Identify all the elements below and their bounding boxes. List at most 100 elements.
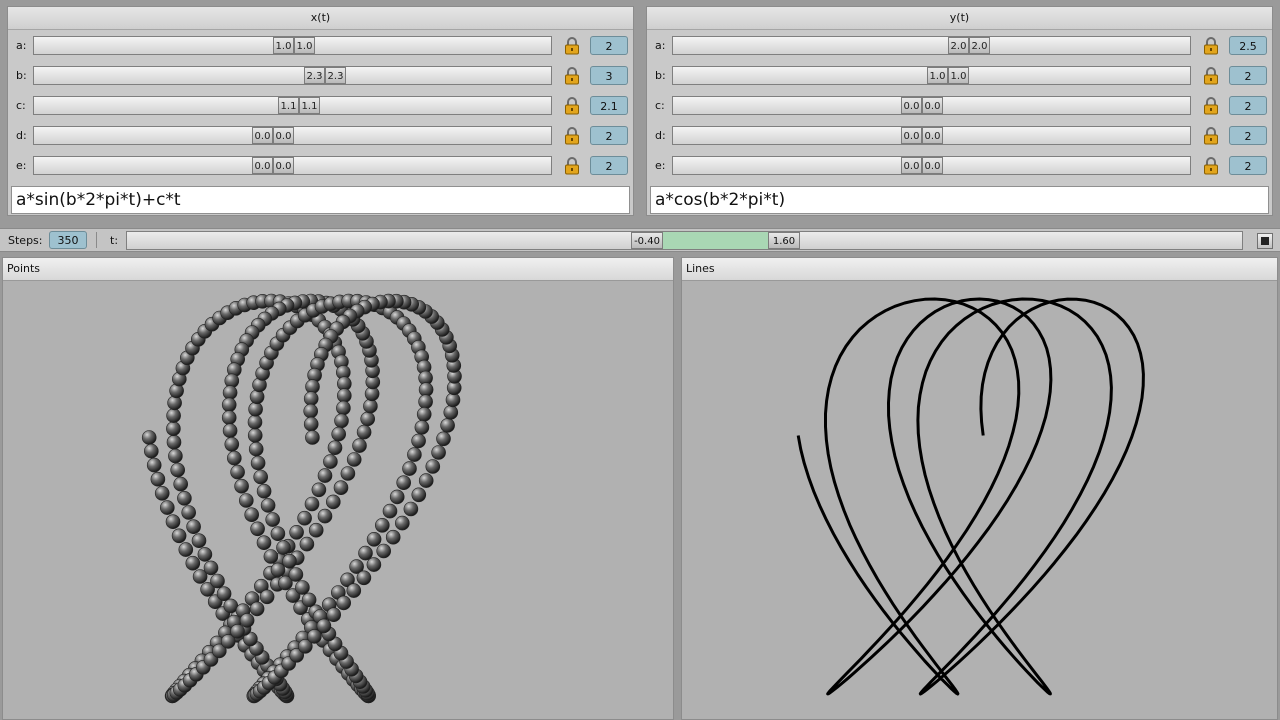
- param-value-input[interactable]: 2: [1229, 66, 1267, 85]
- curve-point: [247, 414, 263, 430]
- curve-point: [295, 580, 310, 595]
- param-range-slider[interactable]: 2.3 2.3: [33, 66, 552, 85]
- curve-point: [256, 483, 272, 499]
- range-max-handle[interactable]: 0.0: [922, 157, 943, 174]
- param-label: e:: [655, 159, 666, 172]
- y-param-row: c: 0.0 0.0 2: [647, 91, 1272, 121]
- t-max-handle[interactable]: 1.60: [768, 232, 800, 249]
- param-range-slider[interactable]: 0.0 0.0: [33, 126, 552, 145]
- lock-icon[interactable]: [564, 157, 580, 175]
- curve-point: [331, 426, 347, 442]
- param-value-input[interactable]: 2: [590, 36, 628, 55]
- lock-icon[interactable]: [564, 97, 580, 115]
- range-max-handle[interactable]: 0.0: [922, 97, 943, 114]
- curve-point: [224, 437, 240, 452]
- stop-button[interactable]: [1257, 233, 1273, 249]
- param-range-slider[interactable]: 2.0 2.0: [672, 36, 1191, 55]
- t-range-slider[interactable]: -0.40 1.60: [126, 231, 1243, 250]
- curve-point: [150, 471, 166, 487]
- range-min-handle[interactable]: 2.3: [304, 67, 325, 84]
- lines-canvas[interactable]: [682, 281, 1277, 719]
- lock-icon[interactable]: [1203, 67, 1219, 85]
- range-max-handle[interactable]: 1.1: [299, 97, 320, 114]
- param-value-input[interactable]: 3: [590, 66, 628, 85]
- curve-point: [178, 542, 194, 557]
- param-range-slider[interactable]: 0.0 0.0: [672, 96, 1191, 115]
- range-max-handle[interactable]: 0.0: [273, 127, 294, 144]
- range-min-handle[interactable]: 2.0: [948, 37, 969, 54]
- curve-point: [247, 428, 263, 443]
- curve-point: [303, 403, 319, 419]
- range-max-handle[interactable]: 0.0: [273, 157, 294, 174]
- param-range-slider[interactable]: 0.0 0.0: [33, 156, 552, 175]
- param-range-slider[interactable]: 1.0 1.0: [33, 36, 552, 55]
- curve-point: [221, 397, 237, 413]
- lines-view: Lines: [681, 257, 1278, 720]
- y-param-row: a: 2.0 2.0 2.5: [647, 31, 1272, 61]
- curve-point: [301, 592, 317, 608]
- range-min-handle[interactable]: 0.0: [252, 127, 273, 144]
- range-min-handle[interactable]: 0.0: [901, 97, 922, 114]
- range-max-handle[interactable]: 2.3: [325, 67, 346, 84]
- range-max-handle[interactable]: 0.0: [922, 127, 943, 144]
- curve-point: [166, 434, 182, 450]
- y-param-row: d: 0.0 0.0 2: [647, 121, 1272, 151]
- range-min-handle[interactable]: 0.0: [252, 157, 273, 174]
- lock-icon[interactable]: [564, 37, 580, 55]
- curve-point: [334, 413, 349, 429]
- curve-point: [418, 473, 434, 488]
- param-value-input[interactable]: 2.5: [1229, 36, 1267, 55]
- curve-point: [154, 486, 170, 501]
- range-min-handle[interactable]: 1.1: [278, 97, 299, 114]
- curve-point: [210, 573, 225, 589]
- param-range-slider[interactable]: 1.1 1.1: [33, 96, 552, 115]
- lock-icon[interactable]: [1203, 157, 1219, 175]
- curve-point: [223, 598, 239, 614]
- curve-point: [230, 623, 245, 639]
- curve-point: [191, 533, 207, 549]
- lock-icon[interactable]: [1203, 97, 1219, 115]
- curve-point: [360, 411, 376, 427]
- t-min-handle[interactable]: -0.40: [631, 232, 663, 249]
- y-panel-title: y(t): [647, 7, 1272, 30]
- range-min-handle[interactable]: 1.0: [273, 37, 294, 54]
- x-panel-title: x(t): [8, 7, 633, 30]
- curve-point: [276, 540, 291, 555]
- lock-icon[interactable]: [564, 67, 580, 85]
- range-min-handle[interactable]: 0.0: [901, 157, 922, 174]
- t-label: t:: [110, 234, 119, 247]
- curve-point: [336, 400, 351, 416]
- param-value-input[interactable]: 2: [590, 156, 628, 175]
- lock-icon[interactable]: [1203, 37, 1219, 55]
- curve-point: [316, 618, 332, 634]
- points-canvas[interactable]: [3, 281, 673, 719]
- curve-point: [304, 496, 320, 512]
- curve-point: [177, 491, 192, 506]
- x-expression-input[interactable]: a*sin(b*2*pi*t)+c*t: [11, 186, 630, 214]
- param-value-input[interactable]: 2: [590, 126, 628, 145]
- range-max-handle[interactable]: 2.0: [969, 37, 990, 54]
- param-value-input[interactable]: 2: [1229, 96, 1267, 115]
- y-expression-input[interactable]: a*cos(b*2*pi*t): [650, 186, 1269, 214]
- curve-point: [356, 570, 372, 586]
- lock-icon[interactable]: [1203, 127, 1219, 145]
- param-range-slider[interactable]: 0.0 0.0: [672, 156, 1191, 175]
- curve-point: [366, 531, 382, 547]
- param-value-input[interactable]: 2: [1229, 126, 1267, 145]
- curve-point: [248, 441, 264, 457]
- curve-point: [346, 452, 362, 467]
- separator: [96, 232, 97, 248]
- range-min-handle[interactable]: 0.0: [901, 127, 922, 144]
- lock-icon[interactable]: [564, 127, 580, 145]
- param-value-input[interactable]: 2: [1229, 156, 1267, 175]
- steps-input[interactable]: 350: [49, 231, 87, 249]
- param-range-slider[interactable]: 1.0 1.0: [672, 66, 1191, 85]
- param-value-input[interactable]: 2.1: [590, 96, 628, 115]
- curve-point: [249, 601, 265, 617]
- curve-point: [363, 398, 378, 414]
- range-min-handle[interactable]: 1.0: [927, 67, 948, 84]
- param-range-slider[interactable]: 0.0 0.0: [672, 126, 1191, 145]
- range-max-handle[interactable]: 1.0: [948, 67, 969, 84]
- range-max-handle[interactable]: 1.0: [294, 37, 315, 54]
- curve-point: [358, 545, 373, 561]
